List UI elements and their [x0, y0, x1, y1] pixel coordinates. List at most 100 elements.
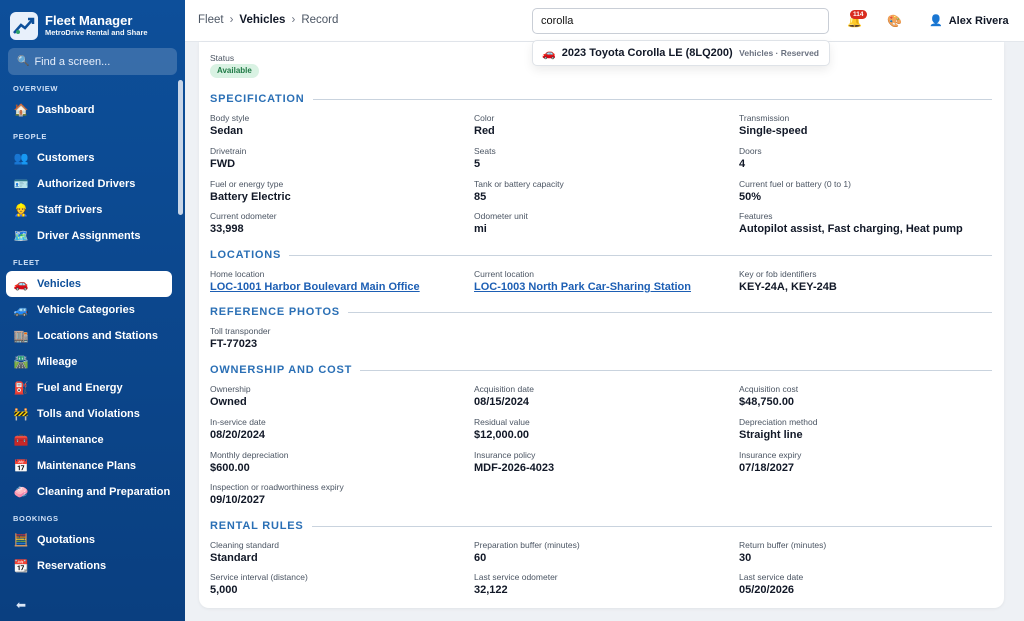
- breadcrumb-vehicles[interactable]: Vehicles: [239, 14, 285, 26]
- sidebar-item-tolls-violations[interactable]: 🚧 Tolls and Violations: [6, 401, 172, 427]
- section-locations: LOCATIONS: [210, 248, 992, 262]
- field-value: 05/20/2026: [739, 584, 795, 596]
- field-label: Acquisition cost: [739, 384, 799, 394]
- calendar-icon: 📅: [13, 459, 29, 473]
- field-value: $600.00: [210, 462, 250, 474]
- sidebar-item-maintenance-plans[interactable]: 📅 Maintenance Plans: [6, 453, 172, 479]
- field-label: Last service odometer: [474, 572, 558, 582]
- sidebar-item-mileage[interactable]: 🛣️ Mileage: [6, 349, 172, 375]
- sidebar-item-staff-drivers[interactable]: 👷 Staff Drivers: [6, 197, 172, 223]
- map-icon: 🗺️: [13, 229, 29, 243]
- divider: [311, 525, 992, 527]
- sidebar: Fleet Manager MetroDrive Rental and Shar…: [0, 0, 185, 621]
- field-inspection-expiry: Inspection or roadworthiness expiry 09/10…: [210, 482, 344, 507]
- section-title: RENTAL RULES: [210, 520, 304, 532]
- user-name: Alex Rivera: [948, 14, 1009, 27]
- field-value: 33,998: [210, 223, 244, 235]
- field-value: 4: [739, 158, 746, 170]
- sidebar-scrollbar[interactable]: [178, 80, 183, 215]
- field-body-style: Body style Sedan: [210, 113, 249, 138]
- user-menu[interactable]: 👤 Alex Rivera: [929, 14, 1009, 28]
- field-value: MDF-2026-4023: [474, 462, 555, 474]
- sidebar-item-locations-stations[interactable]: 🏬 Locations and Stations: [6, 323, 172, 349]
- field-value: 60: [474, 552, 487, 564]
- field-label: Doors: [739, 146, 762, 156]
- field-home-location: Home location LOC-1001 Harbor Boulevard M…: [210, 269, 420, 294]
- id-card-icon: 🪪: [13, 177, 29, 191]
- sidebar-item-label: Tolls and Violations: [37, 408, 140, 420]
- field-label: Insurance expiry: [739, 450, 802, 460]
- field-label: Home location: [210, 269, 265, 279]
- field-label: Transmission: [739, 113, 790, 123]
- field-label: Insurance policy: [474, 450, 536, 460]
- sidebar-item-cleaning-preparation[interactable]: 🧼 Cleaning and Preparation: [6, 479, 172, 505]
- sidebar-item-fuel-energy[interactable]: ⛽ Fuel and Energy: [6, 375, 172, 401]
- field-last-service-odometer: Last service odometer 32,122: [474, 572, 558, 597]
- find-screen-input[interactable]: 🔍 Find a screen...: [8, 48, 177, 75]
- field-insurance-policy: Insurance policy MDF-2026-4023: [474, 450, 554, 475]
- field-label: Key or fob identifiers: [739, 269, 817, 279]
- car-icon: 🚗: [13, 277, 29, 291]
- brand[interactable]: Fleet Manager MetroDrive Rental and Shar…: [0, 0, 185, 42]
- field-drivetrain: Drivetrain FWD: [210, 146, 246, 171]
- field-value: Owned: [210, 396, 247, 408]
- sidebar-item-label: Customers: [37, 152, 95, 164]
- barrier-icon: 🚧: [13, 407, 29, 421]
- field-value: FT-77023: [210, 338, 258, 350]
- sidebar-item-label: Vehicle Categories: [37, 304, 135, 316]
- sidebar-item-reservations[interactable]: 📆 Reservations: [6, 553, 172, 579]
- date-icon: 📆: [13, 559, 29, 573]
- palette-icon[interactable]: 🎨: [887, 14, 902, 28]
- section-title: REFERENCE PHOTOS: [210, 306, 340, 318]
- page-scrollbar[interactable]: [1016, 45, 1021, 605]
- field-tank-capacity: Tank or battery capacity 85: [474, 179, 564, 204]
- field-label: Tank or battery capacity: [474, 179, 564, 189]
- breadcrumb-separator: ›: [229, 14, 234, 26]
- field-insurance-expiry: Insurance expiry 07/18/2027: [739, 450, 801, 475]
- field-label: Inspection or roadworthiness expiry: [210, 482, 344, 492]
- sidebar-item-maintenance[interactable]: 🧰 Maintenance: [6, 427, 172, 453]
- sidebar-item-dashboard[interactable]: 🏠 Dashboard: [6, 97, 172, 123]
- sidebar-item-customers[interactable]: 👥 Customers: [6, 145, 172, 171]
- field-acquisition-cost: Acquisition cost $48,750.00: [739, 384, 798, 409]
- sidebar-item-label: Driver Assignments: [37, 230, 141, 242]
- divider: [289, 254, 992, 256]
- field-value: 50%: [739, 191, 762, 203]
- field-value: Sedan: [210, 125, 244, 137]
- search-result-item[interactable]: 🚗 2023 Toyota Corolla LE (8LQ200) Vehicl…: [532, 40, 830, 66]
- sidebar-item-authorized-drivers[interactable]: 🪪 Authorized Drivers: [6, 171, 172, 197]
- app-logo-icon: [10, 12, 38, 40]
- field-cleaning-standard: Cleaning standard Standard: [210, 540, 279, 565]
- field-value: 08/20/2024: [210, 429, 266, 441]
- field-value: 5: [474, 158, 481, 170]
- sidebar-item-driver-assignments[interactable]: 🗺️ Driver Assignments: [6, 223, 172, 249]
- field-label: Toll transponder: [210, 326, 271, 336]
- field-value: Straight line: [739, 429, 803, 441]
- building-icon: 🏬: [13, 329, 29, 343]
- section-fleet: FLEET: [13, 258, 40, 267]
- field-label: Current odometer: [210, 211, 277, 221]
- field-value: Battery Electric: [210, 191, 291, 203]
- field-label: In-service date: [210, 417, 266, 427]
- status-badge: Available: [210, 64, 259, 78]
- global-search-input[interactable]: [532, 8, 829, 34]
- sidebar-item-quotations[interactable]: 🧮 Quotations: [6, 527, 172, 553]
- field-key-identifiers: Key or fob identifiers KEY-24A, KEY-24B: [739, 269, 837, 294]
- app-subtitle: MetroDrive Rental and Share: [45, 28, 148, 37]
- current-location-link[interactable]: LOC-1003 North Park Car-Sharing Station: [474, 280, 691, 294]
- section-people: PEOPLE: [13, 132, 48, 141]
- sidebar-item-label: Reservations: [37, 560, 107, 572]
- home-location-link[interactable]: LOC-1001 Harbor Boulevard Main Office: [210, 280, 420, 294]
- field-value: Autopilot assist, Fast charging, Heat pu…: [739, 223, 963, 235]
- section-overview: OVERVIEW: [13, 84, 59, 93]
- breadcrumb-record: Record: [301, 14, 339, 26]
- sidebar-item-vehicle-categories[interactable]: 🚙 Vehicle Categories: [6, 297, 172, 323]
- collapse-sidebar-icon[interactable]: ⬅: [16, 598, 26, 612]
- field-residual-value: Residual value $12,000.00: [474, 417, 530, 442]
- field-odometer-unit: Odometer unit mi: [474, 211, 528, 236]
- field-label: Odometer unit: [474, 211, 528, 221]
- worker-icon: 👷: [13, 203, 29, 217]
- breadcrumb-fleet[interactable]: Fleet: [198, 14, 224, 26]
- sidebar-item-vehicles[interactable]: 🚗 Vehicles: [6, 271, 172, 297]
- field-label: Preparation buffer (minutes): [474, 540, 580, 550]
